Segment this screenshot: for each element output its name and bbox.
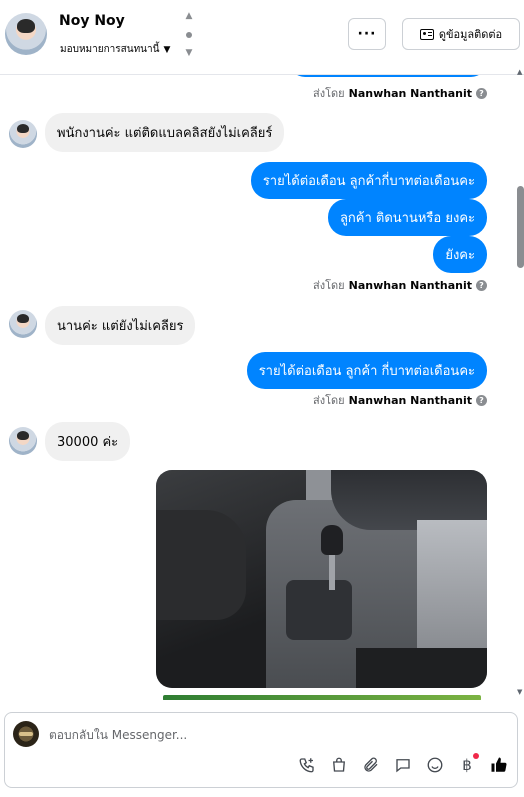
message-photo-attachment[interactable] (156, 470, 487, 688)
message-bubble-outgoing[interactable]: ลูกค้า ติดนานหรือ ยงคะ (327, 199, 487, 236)
assign-conversation-dropdown[interactable]: มอบหมายการสนทนานี้ ▼ (60, 42, 170, 57)
scrollbar-thumb[interactable] (517, 186, 524, 268)
reply-input[interactable] (49, 725, 349, 745)
sender-name[interactable]: Nanwhan Nanthanit (349, 279, 472, 292)
photo-region (286, 580, 352, 640)
message-bubble-incoming[interactable]: นานค่ะ แต่ยังไม่เคลียร (45, 306, 196, 345)
view-contact-info-label: ดูข้อมูลติดต่อ (438, 28, 503, 41)
scroll-up-icon[interactable]: ▲ (517, 68, 522, 76)
conversation-header: Noy Noy มอบหมายการสนทนานี้ ▼ ▲ ▼ ··· ดูข… (0, 0, 524, 75)
help-icon[interactable]: ? (476, 279, 487, 291)
message-bubble-incoming[interactable]: 30000 ค่ะ (45, 422, 131, 461)
sent-by-prefix: ส่งโดย (313, 87, 345, 100)
saved-reply-icon[interactable] (393, 755, 413, 775)
contact-avatar-small (9, 120, 37, 148)
contact-avatar-small (9, 310, 37, 338)
conversation-navigator[interactable]: ▲ ▼ (183, 12, 195, 58)
message-bubble-outgoing (289, 75, 487, 77)
photo-region (356, 648, 487, 688)
more-options-button[interactable]: ··· (348, 18, 386, 50)
message-image-preview-partial (163, 695, 481, 700)
reply-composer: ฿ (4, 712, 518, 788)
call-add-icon[interactable] (297, 755, 317, 775)
baht-symbol: ฿ (462, 756, 472, 774)
sender-name[interactable]: Nanwhan Nanthanit (349, 87, 472, 100)
attach-icon[interactable] (361, 755, 381, 775)
shop-bag-icon[interactable] (329, 755, 349, 775)
assign-label: มอบหมายการสนทนานี้ (60, 44, 160, 55)
sent-by-line: ส่งโดย Nanwhan Nanthanit ? (313, 84, 487, 102)
scroll-down-icon[interactable]: ▼ (517, 688, 522, 696)
message-bubble-incoming[interactable]: พนักงานค่ะ แต่ติดแบลคลิสยังไม่เคลียร์ (45, 113, 285, 152)
contact-card-icon (419, 28, 434, 40)
help-icon[interactable]: ? (476, 87, 487, 99)
sent-by-prefix: ส่งโดย (313, 394, 345, 407)
message-bubble-outgoing[interactable]: รายได้ต่อเดือน ลูกค้า กี่บาทต่อเดือนคะ (246, 352, 487, 389)
sent-by-line: ส่งโดย Nanwhan Nanthanit ? (313, 391, 487, 409)
notification-dot (473, 753, 479, 759)
photo-region (321, 525, 343, 555)
baht-payment-icon[interactable]: ฿ (457, 753, 479, 775)
help-icon[interactable]: ? (476, 394, 487, 406)
caret-down-icon: ▼ (163, 44, 171, 55)
message-thread[interactable]: ส่งโดย Nanwhan Nanthanit ? พนักงานค่ะ แต… (0, 75, 516, 700)
emoji-icon[interactable] (425, 755, 445, 775)
page-avatar (13, 721, 39, 747)
nav-dot-icon (186, 32, 192, 38)
photo-region (329, 550, 335, 590)
photo-region (156, 510, 246, 620)
contact-avatar-small (9, 427, 37, 455)
sender-name[interactable]: Nanwhan Nanthanit (349, 394, 472, 407)
sent-by-line: ส่งโดย Nanwhan Nanthanit ? (313, 276, 487, 294)
sent-by-prefix: ส่งโดย (313, 279, 345, 292)
thread-scrollbar[interactable] (516, 75, 524, 700)
contact-avatar[interactable] (5, 13, 47, 55)
like-icon[interactable] (489, 755, 509, 775)
contact-name[interactable]: Noy Noy (59, 13, 125, 29)
message-bubble-outgoing[interactable]: รายได้ต่อเดือน ลูกค้ากี่บาทต่อเดือนคะ (250, 162, 487, 199)
view-contact-info-button[interactable]: ดูข้อมูลติดต่อ (402, 18, 520, 50)
message-bubble-outgoing[interactable]: ยังคะ (433, 236, 487, 273)
composer-toolbar: ฿ (297, 753, 509, 775)
chevron-down-icon[interactable]: ▼ (186, 49, 193, 58)
chevron-up-icon[interactable]: ▲ (186, 12, 193, 21)
